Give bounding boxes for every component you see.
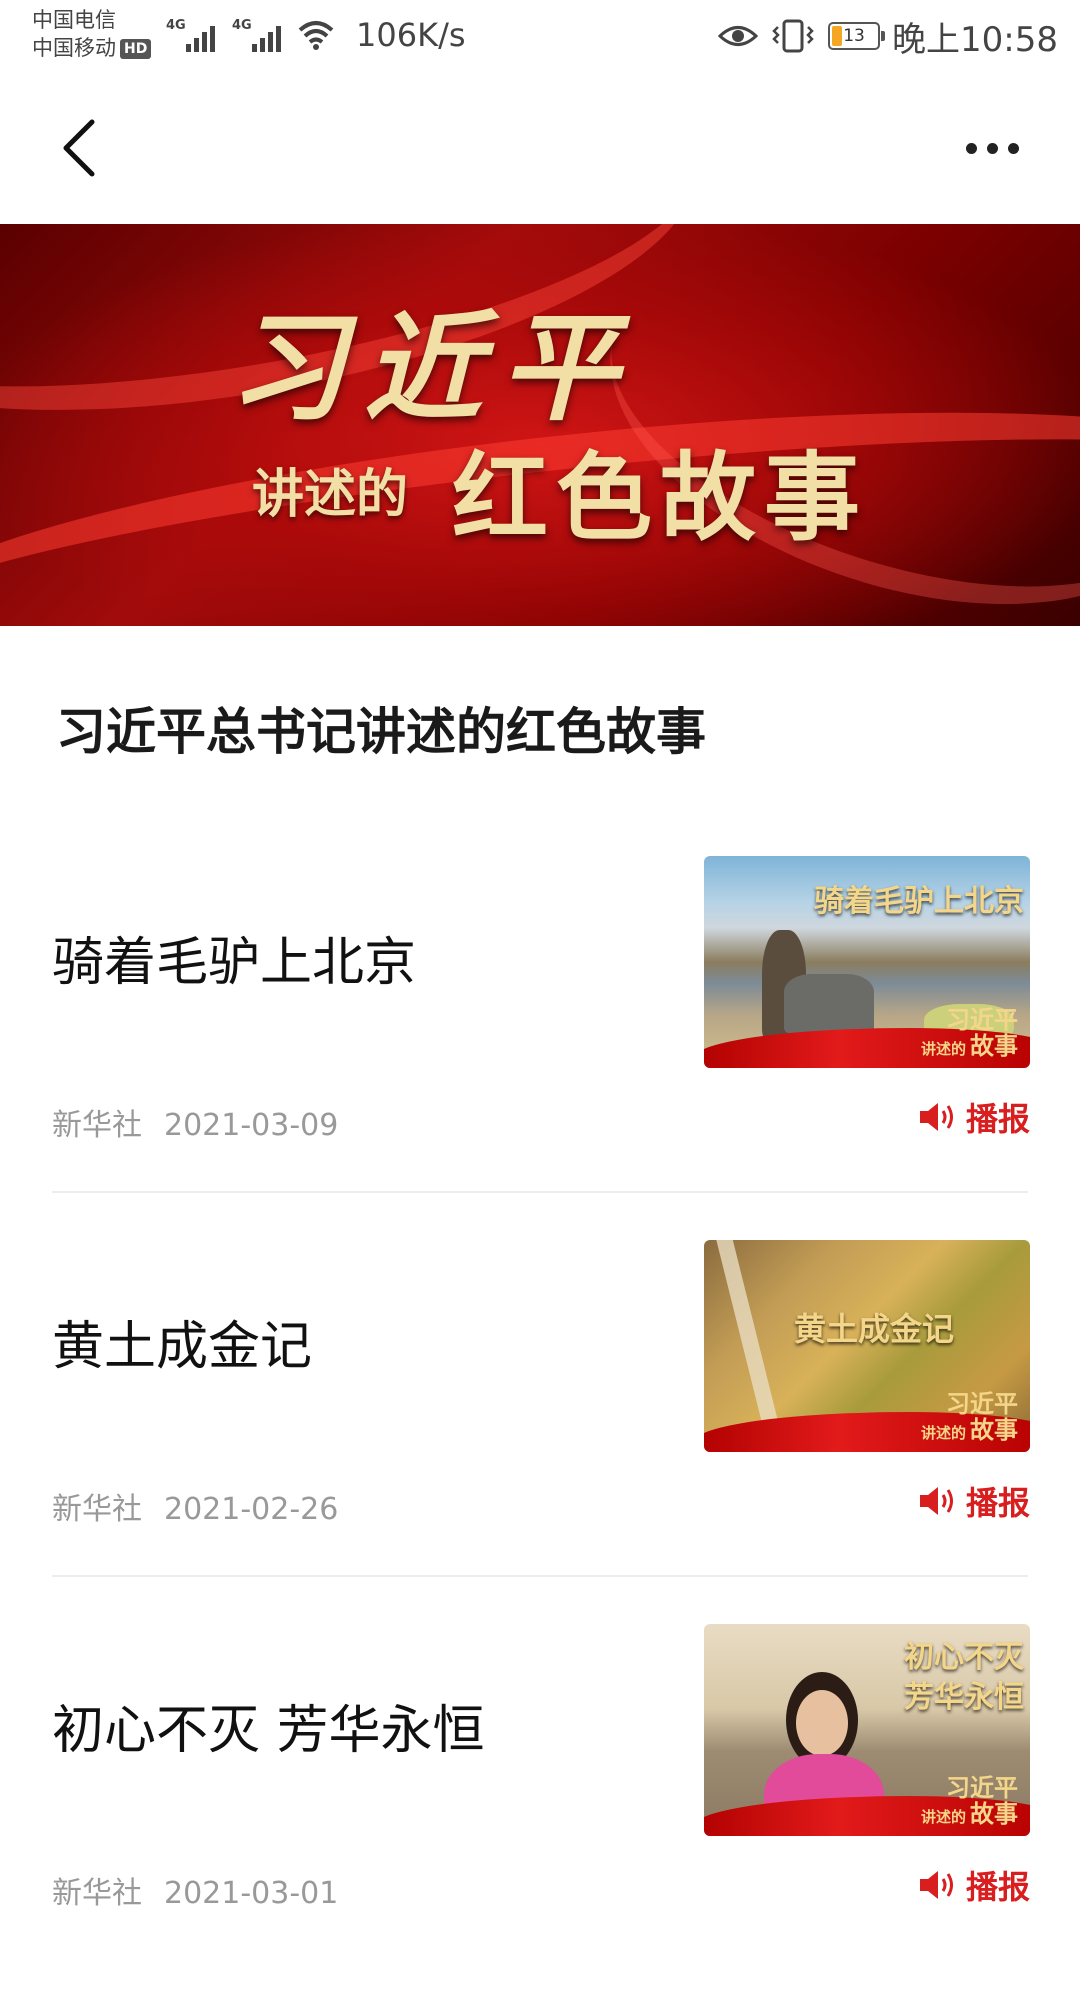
article-source: 新华社 <box>52 1876 142 1911</box>
banner-title: 习近平 <box>228 298 637 437</box>
more-button[interactable] <box>944 120 1040 176</box>
article-date: 2021-02-26 <box>164 1492 339 1527</box>
play-label: 播报 <box>965 1100 1030 1138</box>
wifi-icon <box>298 21 334 50</box>
article-title[interactable]: 初心不灭 芳华永恒 <box>52 1688 485 1763</box>
back-button[interactable] <box>52 112 116 184</box>
status-bar: 中国电信 中国移动 HD 4G 4G 106K/s 13 晚上10:58 <box>0 0 1080 76</box>
banner-subtitle-small: 讲述的 <box>252 464 409 525</box>
divider <box>52 1191 1028 1193</box>
article-thumbnail[interactable]: 初心不灭 芳华永恒 习近平 讲述的 故事 <box>704 1624 1030 1836</box>
carrier-info: 中国电信 中国移动 HD <box>32 6 152 62</box>
hero-banner: 习近平 讲述的 红色故事 <box>0 224 1080 626</box>
thumb-brand: 习近平 讲述的 故事 <box>920 1389 1018 1444</box>
article-thumbnail[interactable]: 黄土成金记 习近平 讲述的 故事 <box>704 1240 1030 1452</box>
network-type-label: 4G <box>166 18 186 33</box>
list-item[interactable]: 骑着毛驴上北京 骑着毛驴上北京 习近平 讲述的 故事 新华社 2021-03-09 播… <box>0 856 1080 1240</box>
signal-icon: 4G <box>166 18 220 52</box>
carrier-1: 中国电信 <box>32 8 116 32</box>
net-speed: 106K/s <box>356 16 466 54</box>
play-label: 播报 <box>965 1484 1030 1522</box>
play-audio-button[interactable]: 播报 <box>918 1478 1030 1524</box>
hd-badge: HD <box>120 39 152 59</box>
article-meta: 新华社 2021-03-09 <box>52 1100 338 1144</box>
divider <box>52 1575 1028 1577</box>
article-thumbnail[interactable]: 骑着毛驴上北京 习近平 讲述的 故事 <box>704 856 1030 1068</box>
banner-subtitle-big: 红色故事 <box>452 441 868 554</box>
carrier-2: 中国移动 <box>32 36 116 60</box>
speaker-icon <box>919 1871 953 1899</box>
battery-icon: 13 <box>828 22 886 50</box>
list-item[interactable]: 黄土成金记 黄土成金记 习近平 讲述的 故事 新华社 2021-02-26 播报 <box>0 1240 1080 1624</box>
list-item[interactable]: 初心不灭 芳华永恒 初心不灭 芳华永恒 习近平 讲述的 故事 新华社 2021-03-0… <box>0 1624 1080 2008</box>
speaker-icon <box>919 1487 953 1515</box>
article-source: 新华社 <box>52 1492 142 1527</box>
article-meta: 新华社 2021-03-01 <box>52 1868 338 1912</box>
more-horizontal-icon <box>965 142 977 154</box>
thumb-caption: 黄土成金记 <box>794 1310 955 1348</box>
article-date: 2021-03-09 <box>164 1108 339 1143</box>
play-audio-button[interactable]: 播报 <box>918 1862 1030 1908</box>
play-audio-button[interactable]: 播报 <box>918 1094 1030 1140</box>
top-nav <box>0 76 1080 224</box>
thumb-caption: 骑着毛驴上北京 <box>814 884 1024 919</box>
vibrate-icon <box>772 19 814 53</box>
article-meta: 新华社 2021-02-26 <box>52 1484 338 1528</box>
battery-level: 13 <box>843 26 865 46</box>
page-title: 习近平总书记讲述的红色故事 <box>56 702 706 761</box>
thumb-brand: 习近平 讲述的 故事 <box>920 1005 1018 1060</box>
clock: 晚上10:58 <box>892 19 1058 60</box>
article-date: 2021-03-01 <box>164 1876 339 1911</box>
article-source: 新华社 <box>52 1108 142 1143</box>
chevron-left-icon <box>63 119 95 177</box>
network-type-label: 4G <box>232 18 252 33</box>
play-label: 播报 <box>965 1868 1030 1906</box>
article-title[interactable]: 骑着毛驴上北京 <box>52 920 416 995</box>
speaker-icon <box>919 1103 953 1131</box>
thumb-caption: 初心不灭 芳华永恒 <box>904 1640 1024 1715</box>
thumb-brand: 习近平 讲述的 故事 <box>920 1773 1018 1828</box>
signal-icon: 4G <box>232 18 286 52</box>
article-title[interactable]: 黄土成金记 <box>52 1304 312 1379</box>
eye-icon <box>718 26 759 46</box>
